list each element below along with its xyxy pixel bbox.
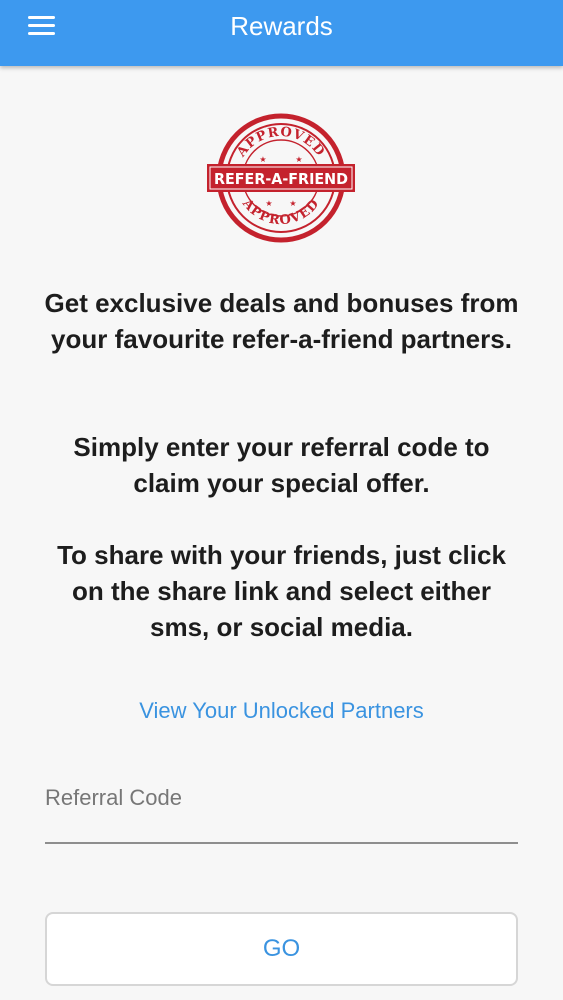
svg-text:★: ★: [289, 199, 296, 208]
intro-paragraph: Get exclusive deals and bonuses from you…: [44, 288, 519, 354]
svg-text:APPROVED: APPROVED: [234, 125, 328, 161]
referral-code-field[interactable]: [45, 780, 518, 844]
refer-a-friend-stamp-logo: APPROVED APPROVED ★ ★ ★ ★ REFER-A-FRIEND: [205, 112, 357, 246]
stamp-center-text: REFER-A-FRIEND: [214, 170, 348, 188]
go-button[interactable]: GO: [45, 912, 518, 986]
svg-text:★: ★: [265, 199, 272, 208]
referral-code-input[interactable]: [45, 780, 518, 816]
share-paragraph: To share with your friends, just click o…: [57, 540, 506, 642]
view-unlocked-partners-link[interactable]: View Your Unlocked Partners: [0, 697, 563, 725]
stamp-top-text: APPROVED: [234, 125, 327, 161]
svg-text:★: ★: [259, 155, 266, 164]
page-title: Rewards: [230, 11, 333, 41]
svg-text:★: ★: [295, 155, 302, 164]
app-header: Rewards: [0, 0, 563, 66]
instructions-paragraph: Simply enter your referral code to claim…: [73, 432, 490, 498]
